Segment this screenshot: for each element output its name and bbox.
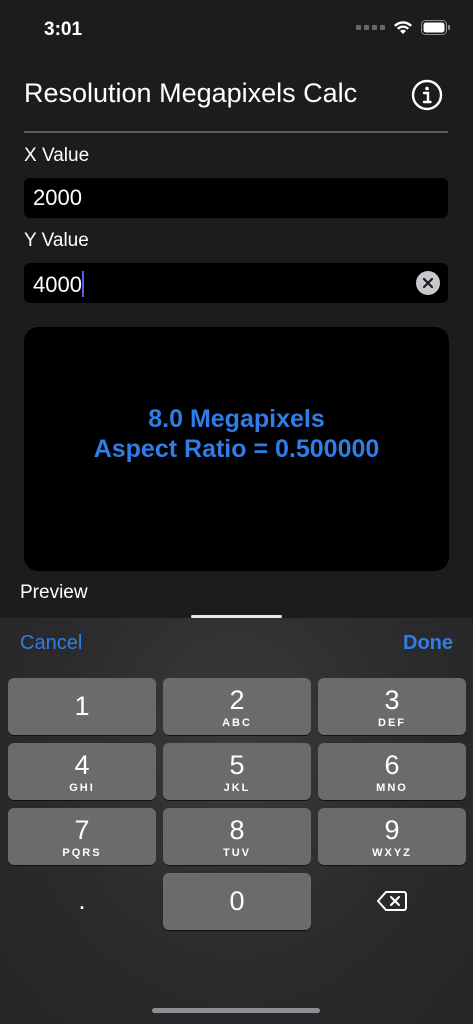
info-button[interactable]	[411, 79, 443, 111]
x-value-label: X Value	[24, 145, 90, 166]
key-8[interactable]: 8 TUV	[163, 808, 311, 865]
key-2[interactable]: 2 ABC	[163, 678, 311, 735]
key-5[interactable]: 5 JKL	[163, 743, 311, 800]
key-0[interactable]: 0	[163, 873, 311, 930]
y-value-text: 4000	[33, 272, 82, 297]
text-caret	[81, 271, 84, 297]
battery-icon	[421, 20, 450, 35]
key-9[interactable]: 9 WXYZ	[318, 808, 466, 865]
status-time: 3:01	[44, 19, 83, 40]
status-bar: 3:01	[0, 0, 473, 60]
cancel-button[interactable]: Cancel	[20, 632, 82, 655]
result-panel: 8.0 Megapixels Aspect Ratio = 0.500000	[24, 327, 449, 571]
backspace-icon	[377, 891, 407, 911]
y-value-field[interactable]: 4000	[24, 263, 448, 303]
signal-icon	[356, 25, 385, 30]
status-icons	[356, 20, 451, 35]
x-value-text: 2000	[33, 185, 82, 210]
key-1[interactable]: 1	[8, 678, 156, 735]
key-6[interactable]: 6 MNO	[318, 743, 466, 800]
title-divider	[24, 131, 448, 133]
decimal-key[interactable]: .	[8, 873, 156, 930]
home-indicator[interactable]	[152, 1008, 320, 1013]
page-title: Resolution Megapixels Calc	[24, 78, 358, 108]
y-value-label: Y Value	[24, 230, 89, 251]
keyboard-toolbar: Cancel Done	[0, 618, 473, 670]
clear-field-button[interactable]	[416, 271, 440, 295]
numeric-keyboard: Cancel Done 1 2 ABC 3 DEF 4 GHI 5 JKL 6 …	[0, 618, 473, 1024]
megapixels-result: 8.0 Megapixels	[148, 405, 325, 433]
done-button[interactable]: Done	[403, 632, 453, 655]
wifi-icon	[394, 21, 412, 34]
key-3[interactable]: 3 DEF	[318, 678, 466, 735]
key-7[interactable]: 7 PQRS	[8, 808, 156, 865]
delete-key[interactable]	[318, 873, 466, 930]
info-circle-icon	[411, 79, 443, 111]
aspect-ratio-result: Aspect Ratio = 0.500000	[93, 435, 380, 463]
clear-icon	[422, 277, 434, 289]
key-4[interactable]: 4 GHI	[8, 743, 156, 800]
preview-label: Preview	[20, 582, 88, 603]
x-value-field[interactable]: 2000	[24, 178, 448, 218]
